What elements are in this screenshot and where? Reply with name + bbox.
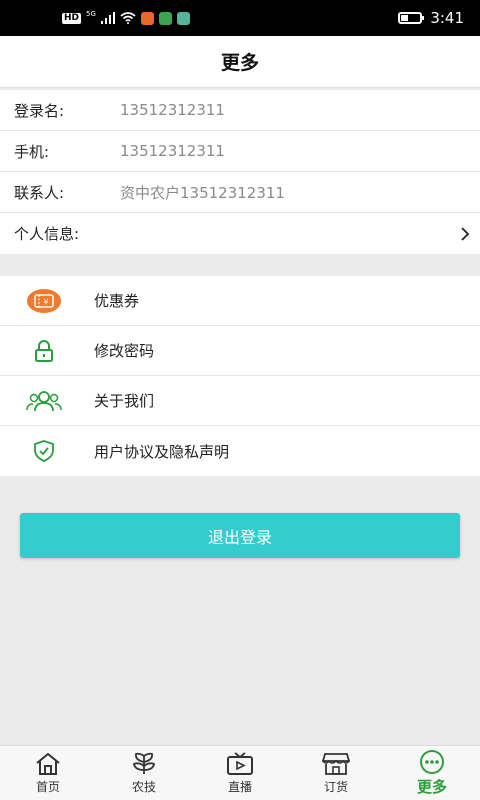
info-row-login-name: 登录名: 13512312311 xyxy=(0,90,480,131)
coupon-icon: ¥ xyxy=(27,288,61,313)
users-icon xyxy=(26,390,62,411)
svg-text:¥: ¥ xyxy=(43,297,48,306)
home-icon xyxy=(36,752,60,775)
network-type: 5G xyxy=(86,10,96,18)
hd-indicator: HD xyxy=(62,12,82,24)
tab-live-label: 直播 xyxy=(227,779,252,794)
contact-value: 资中农户13512312311 xyxy=(120,183,285,202)
tab-live[interactable]: 直播 xyxy=(192,746,288,800)
info-row-phone: 手机: 13512312311 xyxy=(0,131,480,172)
menu-item-coupons[interactable]: ¥ 优惠券 xyxy=(0,276,480,326)
menu-item-about-us[interactable]: 关于我们 xyxy=(0,376,480,426)
shield-check-icon xyxy=(34,440,54,462)
phone-label: 手机: xyxy=(14,142,50,161)
lock-icon xyxy=(35,339,53,362)
about-us-label: 关于我们 xyxy=(94,392,155,410)
app-notification-icon xyxy=(176,11,190,25)
battery-icon xyxy=(398,12,425,24)
tab-agri-tech-label: 农技 xyxy=(131,779,156,794)
tab-more-label: 更多 xyxy=(416,777,447,796)
tab-more[interactable]: 更多 xyxy=(384,746,480,800)
clock: 3:41 xyxy=(430,9,464,27)
phone-value: 13512312311 xyxy=(120,142,225,160)
tab-agri-tech[interactable]: 农技 xyxy=(96,746,192,800)
personal-info-link[interactable]: 个人信息: xyxy=(0,213,480,254)
tab-home-label: 首页 xyxy=(35,779,60,794)
app-notification-icon xyxy=(140,11,154,25)
menu-section: ¥ 优惠券 修改密码 关于我们 用户协议及隐私声明 xyxy=(0,276,480,476)
page-header: 更多 xyxy=(0,36,480,88)
tab-order-label: 订货 xyxy=(323,779,348,794)
contact-label: 联系人: xyxy=(14,183,65,202)
app-notification-icon xyxy=(158,11,172,25)
menu-item-change-password[interactable]: 修改密码 xyxy=(0,326,480,376)
info-row-contact: 联系人: 资中农户13512312311 xyxy=(0,172,480,213)
change-password-label: 修改密码 xyxy=(94,342,155,360)
status-bar: HD 5G 3:41 xyxy=(0,0,480,36)
plant-icon xyxy=(132,752,156,774)
more-icon xyxy=(420,749,444,774)
wifi-icon xyxy=(120,12,136,24)
chevron-right-icon xyxy=(461,226,470,241)
tab-order[interactable]: 订货 xyxy=(288,746,384,800)
login-name-value: 13512312311 xyxy=(120,101,225,119)
tv-icon xyxy=(227,751,253,775)
personal-info-label: 个人信息: xyxy=(14,225,80,243)
signal-icon xyxy=(100,12,115,24)
page-title: 更多 xyxy=(220,52,259,74)
store-icon xyxy=(321,752,351,775)
coupons-label: 优惠券 xyxy=(94,292,140,310)
account-info-section: 登录名: 13512312311 手机: 13512312311 联系人: 资中… xyxy=(0,90,480,254)
menu-item-user-agreement[interactable]: 用户协议及隐私声明 xyxy=(0,426,480,476)
user-agreement-label: 用户协议及隐私声明 xyxy=(94,442,230,461)
tab-home[interactable]: 首页 xyxy=(0,746,96,800)
login-name-label: 登录名: xyxy=(14,101,65,120)
logout-button[interactable]: 退出登录 xyxy=(20,513,460,558)
battery-level xyxy=(401,15,408,21)
bottom-nav: 首页 农技 直播 订货 更多 xyxy=(0,745,480,800)
